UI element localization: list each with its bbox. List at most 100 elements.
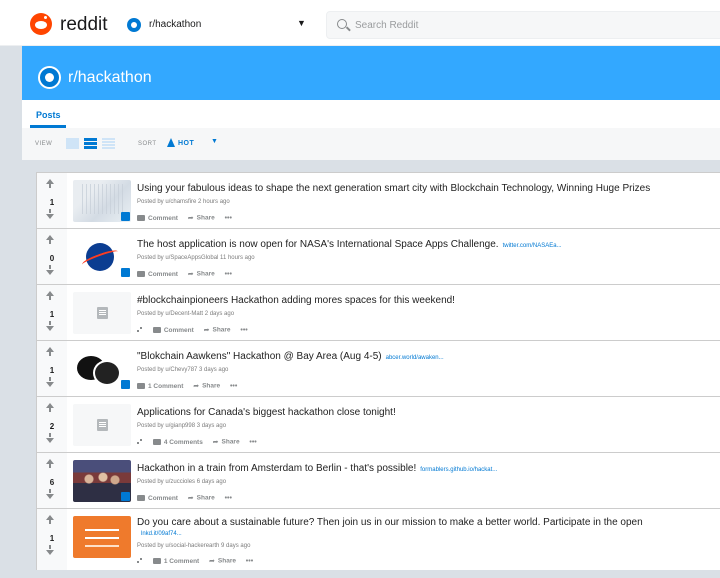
post-score: 1 xyxy=(49,534,55,543)
post-item[interactable]: 0 The host application is now open for N… xyxy=(36,228,720,284)
post-title[interactable]: The host application is now open for NAS… xyxy=(137,239,562,250)
subreddit-selector-label: r/hackathon xyxy=(149,19,202,30)
share-button[interactable]: ➦ Share xyxy=(193,382,220,390)
post-item[interactable]: 1 #blockchainpioneers Hackathon adding m… xyxy=(36,284,720,340)
post-thumbnail[interactable] xyxy=(73,236,131,278)
external-link-icon xyxy=(121,492,130,501)
post-actions: Comment ➦ Share ••• xyxy=(137,494,232,504)
vote-column: 1 xyxy=(37,173,67,228)
post-item[interactable]: 6 Hackathon in a train from Amsterdam to… xyxy=(36,452,720,508)
post-actions: 1 Comment ➦ Share ••• xyxy=(137,382,237,392)
post-title[interactable]: #blockchainpioneers Hackathon adding mor… xyxy=(137,295,455,306)
compact-view-icon[interactable] xyxy=(102,138,115,149)
text-post-icon xyxy=(97,419,108,431)
expand-icon[interactable] xyxy=(137,327,143,333)
post-title[interactable]: "Blokchain Aawkens" Hackathon @ Bay Area… xyxy=(137,351,444,362)
sort-dropdown-icon[interactable]: ▼ xyxy=(211,138,218,145)
share-icon: ➦ xyxy=(187,215,194,222)
post-actions: 4 Comments ➦ Share ••• xyxy=(137,438,257,448)
post-thumbnail[interactable] xyxy=(73,180,131,222)
upvote-arrow-icon[interactable] xyxy=(46,179,54,188)
more-options-icon[interactable]: ••• xyxy=(230,383,237,390)
share-icon: ➦ xyxy=(193,383,200,390)
external-link-icon xyxy=(121,380,130,389)
share-icon: ➦ xyxy=(212,439,219,446)
post-title[interactable]: Applications for Canada's biggest hackat… xyxy=(137,407,396,418)
comment-button[interactable]: Comment xyxy=(137,271,178,278)
post-domain-link[interactable]: lnkd.it/09af74... xyxy=(141,531,182,537)
downvote-arrow-icon[interactable] xyxy=(46,377,54,387)
comment-button[interactable]: 4 Comments xyxy=(152,439,203,446)
reddit-logo-icon[interactable] xyxy=(30,13,52,35)
vote-column: 6 xyxy=(37,453,67,508)
subreddit-title: r/hackathon xyxy=(68,69,152,86)
more-options-icon[interactable]: ••• xyxy=(246,558,253,565)
share-button[interactable]: ➦ Share xyxy=(188,270,215,278)
post-thumbnail[interactable] xyxy=(73,460,131,502)
post-thumbnail[interactable] xyxy=(73,404,131,446)
share-button[interactable]: ➦ Share xyxy=(204,326,231,334)
post-domain-link[interactable]: twitter.com/NASAEa... xyxy=(503,243,562,249)
upvote-arrow-icon[interactable] xyxy=(46,291,54,300)
downvote-arrow-icon[interactable] xyxy=(46,433,54,443)
upvote-arrow-icon[interactable] xyxy=(46,347,54,356)
post-title[interactable]: Hackathon in a train from Amsterdam to B… xyxy=(137,463,497,474)
upvote-arrow-icon[interactable] xyxy=(46,459,54,468)
post-thumbnail[interactable] xyxy=(73,516,131,558)
post-meta: Posted by u/zuccioles 6 days ago xyxy=(137,479,227,485)
share-button[interactable]: ➦ Share xyxy=(213,438,240,446)
share-button[interactable]: ➦ Share xyxy=(188,214,215,222)
external-link-icon xyxy=(121,268,130,277)
more-options-icon[interactable]: ••• xyxy=(249,439,256,446)
post-score: 1 xyxy=(49,310,55,319)
comment-icon xyxy=(137,494,145,501)
upvote-arrow-icon[interactable] xyxy=(46,515,54,524)
comment-button[interactable]: Comment xyxy=(137,215,178,222)
comment-button[interactable]: Comment xyxy=(152,327,194,334)
post-domain-link[interactable]: abcer.world/awaken... xyxy=(386,355,444,361)
post-item[interactable]: 1 Do you care about a sustainable future… xyxy=(36,508,720,570)
post-thumbnail[interactable] xyxy=(73,292,131,334)
expand-icon[interactable] xyxy=(137,439,143,445)
post-title[interactable]: Do you care about a sustainable future? … xyxy=(137,517,643,528)
comment-button[interactable]: Comment xyxy=(137,495,178,502)
sort-bar: VIEW SORT HOT ▼ xyxy=(22,128,720,160)
card-view-icon[interactable] xyxy=(66,138,79,149)
downvote-arrow-icon[interactable] xyxy=(46,321,54,331)
more-options-icon[interactable]: ••• xyxy=(225,495,232,502)
comment-button[interactable]: 1 Comment xyxy=(152,558,199,565)
share-button[interactable]: ➦ Share xyxy=(188,494,215,502)
comment-icon xyxy=(137,270,145,277)
more-options-icon[interactable]: ••• xyxy=(225,271,232,278)
post-score: 2 xyxy=(49,422,55,431)
upvote-arrow-icon[interactable] xyxy=(46,235,54,244)
reddit-wordmark[interactable]: reddit xyxy=(60,14,108,36)
post-item[interactable]: 2 Applications for Canada's biggest hack… xyxy=(36,396,720,452)
post-actions: Comment ➦ Share ••• xyxy=(137,326,248,336)
search-input[interactable]: Search Reddit xyxy=(326,11,720,39)
downvote-arrow-icon[interactable] xyxy=(46,545,54,555)
expand-icon[interactable] xyxy=(137,558,143,564)
more-options-icon[interactable]: ••• xyxy=(240,327,247,334)
downvote-arrow-icon[interactable] xyxy=(46,489,54,499)
search-icon xyxy=(337,19,347,29)
post-item[interactable]: 1 Using your fabulous ideas to shape the… xyxy=(36,172,720,228)
downvote-arrow-icon[interactable] xyxy=(46,209,54,219)
comment-button[interactable]: 1 Comment xyxy=(137,383,183,390)
subreddit-selector[interactable]: r/hackathon ▼ xyxy=(122,12,312,37)
more-options-icon[interactable]: ••• xyxy=(225,215,232,222)
sort-hot-button[interactable]: HOT xyxy=(178,140,194,147)
post-thumbnail[interactable] xyxy=(73,348,131,390)
upvote-arrow-icon[interactable] xyxy=(46,403,54,412)
share-button[interactable]: ➦ Share xyxy=(209,557,236,565)
post-domain-link[interactable]: formablers.github.io/hackat... xyxy=(420,467,497,473)
subreddit-tabs: Posts xyxy=(22,100,720,128)
post-actions: 1 Comment ➦ Share ••• xyxy=(137,557,253,567)
downvote-arrow-icon[interactable] xyxy=(46,265,54,275)
subreddit-avatar-icon xyxy=(38,66,61,89)
post-title[interactable]: Using your fabulous ideas to shape the n… xyxy=(137,183,650,194)
post-item[interactable]: 1 "Blokchain Aawkens" Hackathon @ Bay Ar… xyxy=(36,340,720,396)
share-icon: ➦ xyxy=(209,558,215,565)
tab-posts[interactable]: Posts xyxy=(36,110,61,120)
classic-view-icon[interactable] xyxy=(84,138,97,149)
